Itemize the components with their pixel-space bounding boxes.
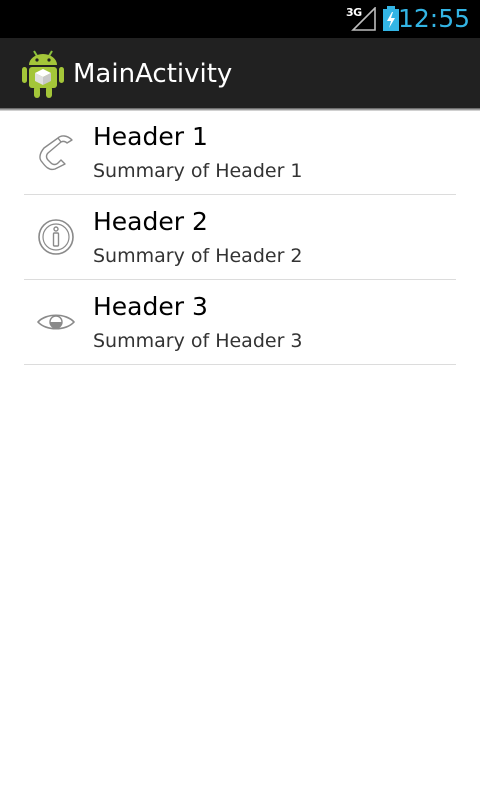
signal-icon <box>351 7 376 31</box>
header-summary: Summary of Header 1 <box>93 160 303 182</box>
action-bar: MainActivity <box>0 38 480 110</box>
header-item-3[interactable]: Header 3 Summary of Header 3 <box>24 280 456 365</box>
header-title: Header 1 <box>93 122 208 151</box>
app-title: MainActivity <box>73 59 233 89</box>
header-summary: Summary of Header 2 <box>93 245 303 267</box>
header-title: Header 3 <box>93 292 208 321</box>
header-title: Header 2 <box>93 207 208 236</box>
info-icon <box>38 219 74 255</box>
phone-icon <box>39 135 73 171</box>
android-robot-icon[interactable] <box>20 48 66 100</box>
headers-list: Header 1 Summary of Header 1 Header 2 Su… <box>24 110 456 365</box>
header-summary: Summary of Header 3 <box>93 330 303 352</box>
eye-icon <box>36 314 76 330</box>
header-item-1[interactable]: Header 1 Summary of Header 1 <box>24 110 456 195</box>
clock-time: 12:55 <box>397 4 470 33</box>
header-item-2[interactable]: Header 2 Summary of Header 2 <box>24 195 456 280</box>
status-bar: 3G 12:55 <box>0 0 480 38</box>
